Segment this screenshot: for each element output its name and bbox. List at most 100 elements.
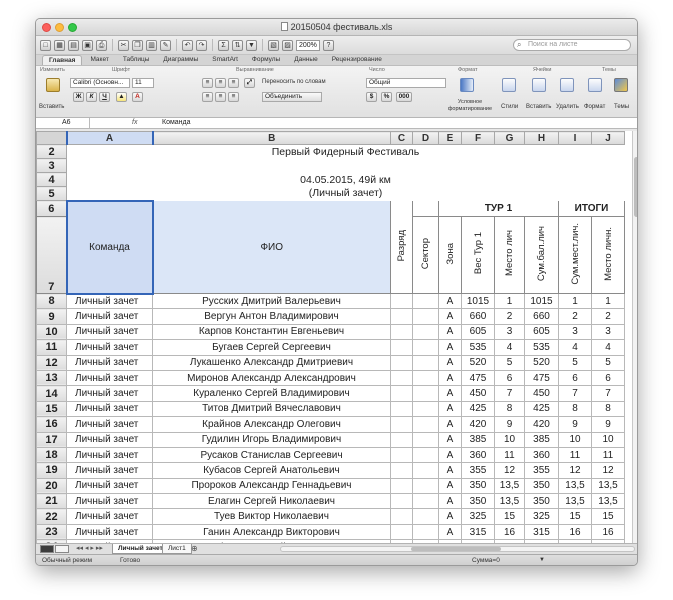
cell-sum-places[interactable]: 8 [558,400,592,418]
cell-fio[interactable]: Кубасов Сергей Анатольевич [152,462,391,479]
header-rank[interactable]: Разряд [390,200,413,294]
underline-button[interactable]: Ч [99,92,110,102]
cell-sector[interactable] [412,523,439,541]
cell-team[interactable]: Личный зачет [66,292,153,310]
cell-zone[interactable]: А [438,323,462,341]
cell-fio[interactable]: Русских Дмитрий Валерьевич [152,292,391,310]
cell-team[interactable]: Личный зачет [66,446,153,464]
cell-zone[interactable]: А [438,446,462,464]
vertical-scrollbar[interactable] [632,131,637,543]
column-header-d[interactable]: D [412,131,439,145]
row-header[interactable]: 23 [36,523,67,541]
horizontal-scrollbar[interactable] [280,546,635,552]
cell-weight[interactable]: 350 [461,477,495,495]
column-header-h[interactable]: H [524,131,559,145]
insert-cells-icon[interactable] [532,78,546,92]
cell-sum-points[interactable]: 450 [524,385,559,402]
row-header[interactable]: 3 [36,158,67,173]
cell-place-personal[interactable]: 12 [591,462,625,479]
cell-sum-points[interactable]: 315 [524,523,559,541]
copy-icon[interactable]: ❐ [132,39,143,51]
cell-place[interactable]: 10 [494,431,525,448]
row-header[interactable]: 20 [36,477,67,495]
open-icon[interactable]: ▤ [68,39,79,51]
delete-cells-icon[interactable] [560,78,574,92]
styles-icon[interactable] [502,78,516,92]
number-format-select[interactable]: Общий [366,78,446,88]
cell-place-personal[interactable]: 7 [591,385,625,402]
cell-sector[interactable] [412,369,439,387]
cell-rank[interactable] [390,416,413,433]
cell-rank[interactable] [390,523,413,541]
cell-place-personal[interactable]: 13,5 [591,477,625,495]
cell-sector[interactable] [412,416,439,433]
row-header[interactable]: 17 [36,431,67,448]
header-place-personal[interactable]: Место личн. [591,216,625,294]
cell-sum-places[interactable]: 3 [558,323,592,341]
cell-weight[interactable]: 535 [461,339,495,356]
align-left-icon[interactable]: ≡ [202,92,213,102]
cell-place-personal[interactable]: 9 [591,416,625,433]
cell-sum-places[interactable]: 6 [558,369,592,387]
cell-team[interactable]: Личный зачет [66,369,153,387]
cell-zone[interactable]: А [438,339,462,356]
header-sum-places[interactable]: Сум.мест.лич. [558,216,592,294]
header-weight[interactable]: Вес Тур 1 [461,216,495,294]
cell-rank[interactable] [390,446,413,464]
cell-sector[interactable] [412,477,439,495]
tab-home[interactable]: Главная [42,55,83,65]
cell-sum-points[interactable]: 350 [524,477,559,495]
cell-sum-points[interactable]: 350 [524,493,559,510]
help-icon[interactable]: ? [322,39,334,51]
cell-team[interactable]: Личный зачет [66,323,153,341]
row-header[interactable]: 14 [36,385,67,402]
cell-fio[interactable]: Гудилин Игорь Владимирович [152,431,391,448]
cell-fio[interactable]: Елагин Сергей Николаевич [152,493,391,510]
cell-sum-points[interactable]: 660 [524,308,559,325]
row-header[interactable]: 4 [36,172,67,187]
cell-place-personal[interactable]: 2 [591,308,625,325]
cell-weight[interactable]: 475 [461,369,495,387]
header-place[interactable]: Место лич [494,216,525,294]
cell-team[interactable]: Личный зачет [66,339,153,356]
paste-icon[interactable] [46,78,60,92]
row-header[interactable]: 16 [36,416,67,433]
cell-weight[interactable]: 660 [461,308,495,325]
column-header-b[interactable]: B [152,131,391,145]
row-header[interactable]: 19 [36,462,67,479]
cell-sum-places[interactable]: 12 [558,462,592,479]
cell-sector[interactable] [412,400,439,418]
delete-cells-button[interactable]: Удалить [556,104,579,110]
insert-cells-button[interactable]: Вставить [526,104,551,110]
font-color-icon[interactable]: A [132,92,143,102]
cell-rank[interactable] [390,493,413,510]
filter-icon[interactable]: ▼ [246,39,257,51]
cell-place-personal[interactable]: 3 [591,323,625,341]
cell-weight[interactable]: 425 [461,400,495,418]
cell-sum-points[interactable]: 425 [524,400,559,418]
cell-zone[interactable]: А [438,462,462,479]
cell-sector[interactable] [412,462,439,479]
name-box[interactable]: A6 [36,118,90,128]
cell-place[interactable]: 8 [494,400,525,418]
cell-sum-points[interactable]: 385 [524,431,559,448]
print-icon[interactable]: ⎙ [96,39,107,51]
cell-place-personal[interactable]: 8 [591,400,625,418]
cell-sum-places[interactable]: 5 [558,354,592,371]
cell-place[interactable]: 16 [494,523,525,541]
horizontal-scroll-thumb[interactable] [411,547,501,551]
cell-team[interactable]: Личный зачет [66,416,153,433]
bold-button[interactable]: Ж [73,92,84,102]
cell-sum-points[interactable]: 520 [524,354,559,371]
cell-team[interactable]: Личный зачет [66,508,153,525]
cell-weight[interactable]: 355 [461,462,495,479]
cell-place-personal[interactable]: 4 [591,339,625,356]
undo-icon[interactable]: ↶ [182,39,193,51]
cell-sum-places[interactable]: 13,5 [558,477,592,495]
cell-team[interactable]: Личный зачет [66,523,153,541]
column-header-g[interactable]: G [494,131,525,145]
cell-sum-points[interactable]: 360 [524,446,559,464]
row-header[interactable]: 13 [36,369,67,387]
merge-button[interactable]: Объединить [262,92,322,102]
font-size-select[interactable]: 11 [132,78,154,88]
